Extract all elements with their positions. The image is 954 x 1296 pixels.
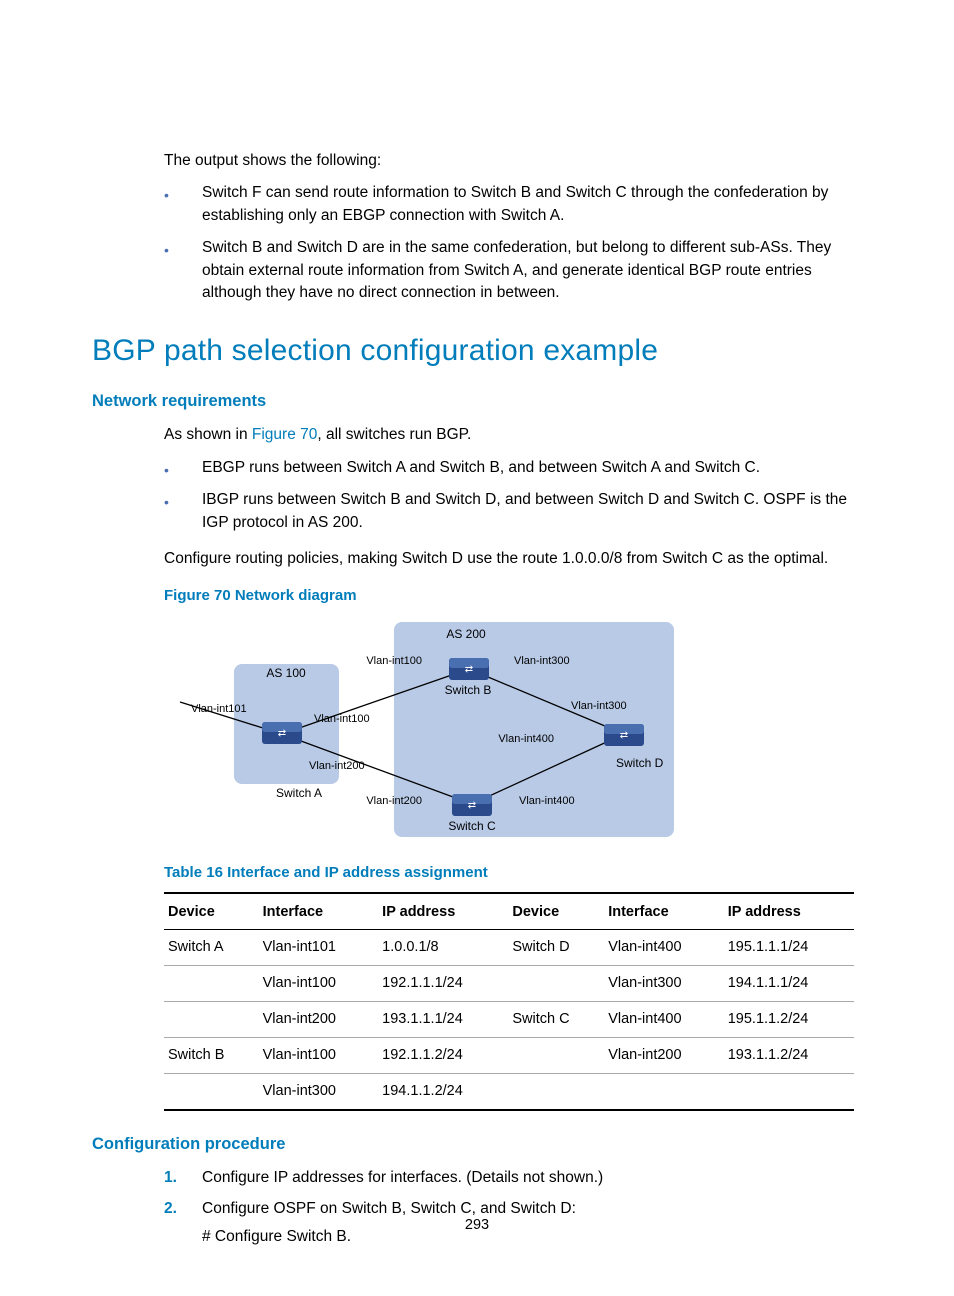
- switch-icon: ⇄: [604, 724, 644, 746]
- table-row: Vlan-int300 194.1.1.2/24: [164, 1074, 854, 1111]
- step-text: Configure IP addresses for interfaces. (…: [202, 1169, 603, 1186]
- netreq-para: Configure routing policies, making Switc…: [164, 548, 862, 570]
- figure-link[interactable]: Figure 70: [252, 426, 317, 443]
- table-row: Switch A Vlan-int101 1.0.0.1/8 Switch D …: [164, 930, 854, 966]
- table-row: Vlan-int200 193.1.1.1/24 Switch C Vlan-i…: [164, 1002, 854, 1038]
- vlan-label: Vlan-int300: [571, 700, 627, 712]
- table-row: Vlan-int100 192.1.1.1/24 Vlan-int300 194…: [164, 966, 854, 1002]
- section-heading: BGP path selection configuration example: [92, 329, 862, 373]
- output-lead: The output shows the following:: [164, 150, 862, 172]
- col-device: Device: [508, 893, 604, 930]
- step-number: 1.: [164, 1167, 177, 1189]
- procedure-steps: 1. Configure IP addresses for interfaces…: [92, 1167, 862, 1248]
- col-ip: IP address: [724, 893, 854, 930]
- switch-icon: ⇄: [452, 794, 492, 816]
- network-diagram: ⇄ ⇄ ⇄ ⇄ AS 200 AS 100 Vlan-int101 Vlan-i…: [164, 614, 862, 844]
- text: , all switches run BGP.: [317, 426, 471, 443]
- vlan-label: Vlan-int101: [191, 703, 247, 715]
- page-number: 293: [0, 1215, 954, 1236]
- as100-label: AS 100: [266, 666, 306, 680]
- list-item: EBGP runs between Switch A and Switch B,…: [92, 457, 862, 479]
- list-item: IBGP runs between Switch B and Switch D,…: [92, 489, 862, 534]
- switch-icon: ⇄: [449, 658, 489, 680]
- vlan-label: Vlan-int400: [519, 795, 575, 807]
- netreq-lead: As shown in Figure 70, all switches run …: [164, 424, 862, 446]
- vlan-label: Vlan-int100: [314, 713, 370, 725]
- text: As shown in: [164, 426, 252, 443]
- col-device: Device: [164, 893, 259, 930]
- list-item: Switch F can send route information to S…: [92, 182, 862, 227]
- switch-a-label: Switch A: [276, 786, 322, 800]
- switch-b-label: Switch B: [445, 683, 492, 697]
- col-interface: Interface: [259, 893, 379, 930]
- figure-caption: Figure 70 Network diagram: [164, 585, 862, 607]
- table-row: Switch B Vlan-int100 192.1.1.2/24 Vlan-i…: [164, 1038, 854, 1074]
- vlan-label: Vlan-int400: [498, 733, 554, 745]
- svg-text:⇄: ⇄: [468, 800, 476, 811]
- output-bullets: Switch F can send route information to S…: [92, 182, 862, 304]
- svg-text:⇄: ⇄: [278, 728, 286, 739]
- netreq-bullets: EBGP runs between Switch A and Switch B,…: [92, 457, 862, 534]
- vlan-label: Vlan-int300: [514, 655, 570, 667]
- col-ip: IP address: [378, 893, 508, 930]
- switch-icon: ⇄: [262, 722, 302, 744]
- page-content: The output shows the following: Switch F…: [92, 150, 862, 1249]
- as200-label: AS 200: [446, 627, 486, 641]
- switch-d-label: Switch D: [616, 756, 664, 770]
- network-requirements-heading: Network requirements: [92, 390, 862, 414]
- table-caption: Table 16 Interface and IP address assign…: [164, 862, 862, 884]
- switch-c-label: Switch C: [448, 819, 496, 833]
- ip-assignment-table: Device Interface IP address Device Inter…: [164, 892, 854, 1111]
- vlan-label: Vlan-int200: [366, 795, 422, 807]
- vlan-label: Vlan-int200: [309, 760, 365, 772]
- list-item: Switch B and Switch D are in the same co…: [92, 237, 862, 304]
- svg-text:⇄: ⇄: [620, 730, 628, 741]
- svg-text:⇄: ⇄: [465, 664, 473, 675]
- table-header-row: Device Interface IP address Device Inter…: [164, 893, 854, 930]
- col-interface: Interface: [604, 893, 724, 930]
- step-item: 1. Configure IP addresses for interfaces…: [92, 1167, 862, 1189]
- config-procedure-heading: Configuration procedure: [92, 1133, 862, 1157]
- vlan-label: Vlan-int100: [366, 655, 422, 667]
